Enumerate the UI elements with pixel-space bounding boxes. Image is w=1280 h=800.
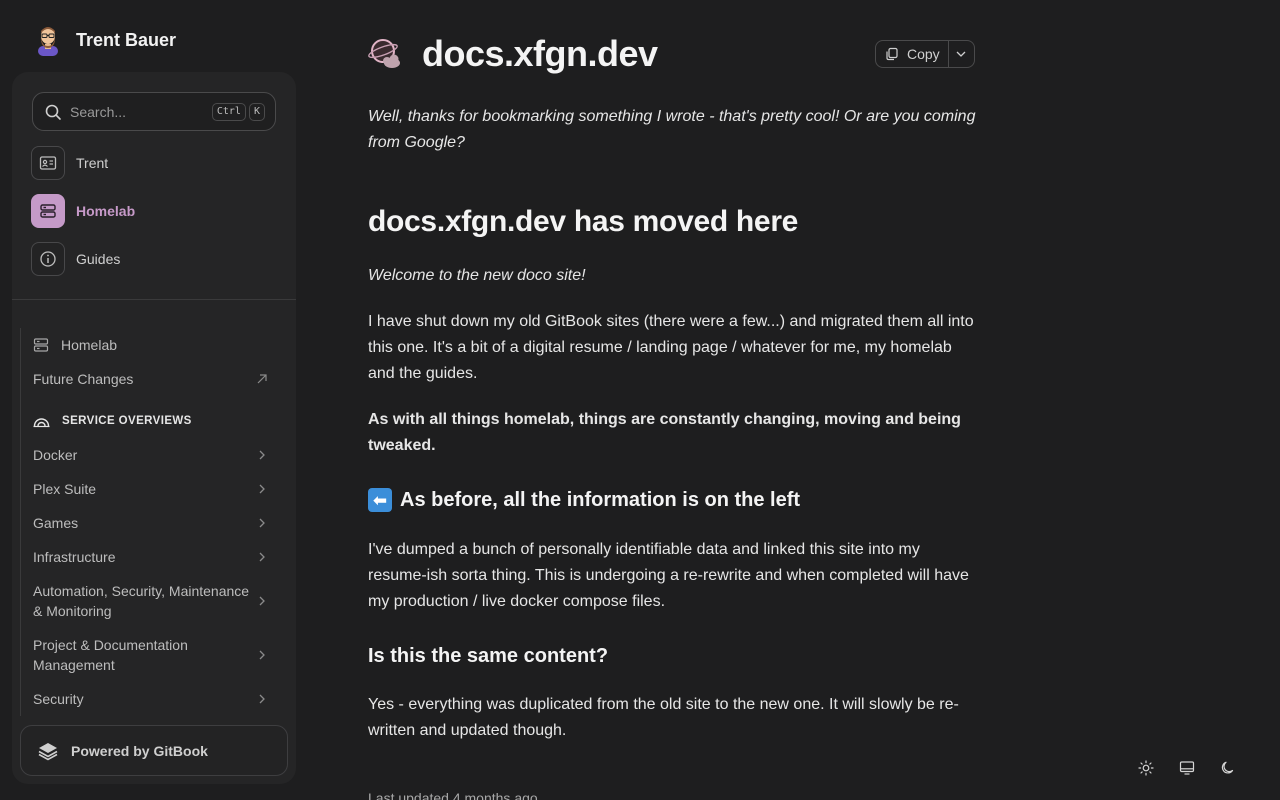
nav-item-label: Docker [33, 447, 78, 463]
space-cat-icon [368, 39, 400, 68]
nav-item-label: Security [33, 691, 84, 707]
rainbow-icon [33, 418, 50, 428]
search-placeholder: Search... [70, 103, 127, 120]
external-link-icon [257, 374, 267, 384]
paragraph-duplicated: Yes - everything was duplicated from the… [368, 696, 959, 739]
copy-dropdown-button[interactable] [949, 41, 974, 67]
id-card-icon [31, 146, 65, 180]
nav-item-label: Games [33, 515, 79, 531]
copy-button-group: Copy [875, 40, 975, 68]
avatar [38, 27, 58, 56]
search-input[interactable]: Search... Ctrl K [32, 92, 276, 131]
nav-item-homelab[interactable]: Homelab [21, 328, 288, 362]
heading-info-left: ⬅ As before, all the information is on t… [368, 488, 800, 512]
shortcut-key-k: K [248, 102, 265, 121]
gitbook-logo-icon [38, 742, 58, 760]
sidebar-nav: Homelab Future Changes SERVICE OVERVIEWS… [20, 328, 288, 716]
chevron-right-icon [259, 518, 265, 528]
nav-item-label: Future Changes [33, 371, 134, 387]
space-label-guides: Guides [76, 251, 121, 267]
monitor-icon [1179, 761, 1195, 775]
copy-button[interactable]: Copy [876, 41, 949, 67]
nav-item-label: Project & Documentation Management [33, 637, 188, 673]
heading-info-left-text: As before, all the information is on the… [400, 488, 801, 511]
space-label-homelab: Homelab [76, 203, 136, 219]
search-shortcut: Ctrl K [211, 102, 265, 121]
space-item-trent[interactable]: Trent [31, 146, 281, 180]
chevron-down-icon [956, 51, 966, 57]
theme-switcher [1136, 756, 1238, 780]
space-label-trent: Trent [76, 155, 109, 171]
server-icon [31, 194, 65, 228]
nav-item-infrastructure[interactable]: Infrastructure [21, 540, 288, 574]
server-icon [33, 338, 49, 352]
theme-light-button[interactable] [1136, 756, 1156, 780]
sun-icon [1138, 760, 1154, 776]
nav-item-games[interactable]: Games [21, 506, 288, 540]
sidebar-divider [12, 299, 296, 300]
nav-item-future-changes[interactable]: Future Changes [21, 362, 288, 396]
chevron-right-icon [259, 484, 265, 494]
space-list: Trent Homelab Guides [31, 146, 281, 290]
heading-moved: docs.xfgn.dev has moved here [368, 205, 799, 238]
intro-text: Well, thanks for bookmarking something I… [368, 108, 976, 151]
nav-item-label: Automation, Security, Maintenance & Moni… [33, 583, 250, 619]
page-title: docs.xfgn.dev [422, 33, 658, 74]
section-title: SERVICE OVERVIEWS [62, 415, 192, 427]
nav-item-project-documentation[interactable]: Project & Documentation Management [21, 628, 288, 682]
space-item-guides[interactable]: Guides [31, 242, 281, 276]
nav-item-plex-suite[interactable]: Plex Suite [21, 472, 288, 506]
paragraph-bold-note: As with all things homelab, things are c… [368, 411, 961, 454]
nav-item-label: Plex Suite [33, 481, 97, 497]
nav-item-docker[interactable]: Docker [21, 438, 288, 472]
chevron-right-icon [259, 552, 265, 562]
nav-item-automation[interactable]: Automation, Security, Maintenance & Moni… [21, 574, 288, 628]
left-arrow-icon: ⬅ [368, 488, 392, 512]
shortcut-key-ctrl: Ctrl [211, 102, 246, 121]
chevron-right-icon [259, 650, 265, 660]
nav-item-label: Homelab [61, 337, 118, 353]
moon-icon [1221, 761, 1234, 774]
paragraph-resume: I've dumped a bunch of personally identi… [368, 541, 969, 610]
powered-by-gitbook-link[interactable]: Powered by GitBook [20, 725, 288, 776]
last-updated: Last updated 4 months ago [368, 790, 538, 800]
theme-system-button[interactable] [1177, 756, 1197, 780]
copy-icon [886, 47, 898, 61]
powered-by-label: Powered by GitBook [71, 742, 208, 759]
section-header-service-overviews: SERVICE OVERVIEWS [21, 410, 288, 432]
chevron-right-icon [259, 694, 265, 704]
theme-dark-button[interactable] [1218, 756, 1238, 780]
space-item-homelab[interactable]: Homelab [31, 194, 281, 228]
nav-item-label: Infrastructure [33, 549, 116, 565]
welcome-text: Welcome to the new doco site! [368, 267, 586, 284]
brand-name: Trent Bauer [76, 29, 177, 50]
info-icon [31, 242, 65, 276]
paragraph-migration: I have shut down my old GitBook sites (t… [368, 313, 974, 382]
copy-label: Copy [907, 46, 940, 62]
sidebar: Search... Ctrl K Trent Homelab Guides Ho… [12, 72, 296, 784]
search-icon [45, 104, 61, 120]
chevron-right-icon [259, 596, 265, 606]
heading-same-content: Is this the same content? [368, 645, 609, 667]
nav-item-security[interactable]: Security [21, 682, 288, 716]
chevron-right-icon [259, 450, 265, 460]
brand[interactable]: Trent Bauer [32, 24, 176, 56]
